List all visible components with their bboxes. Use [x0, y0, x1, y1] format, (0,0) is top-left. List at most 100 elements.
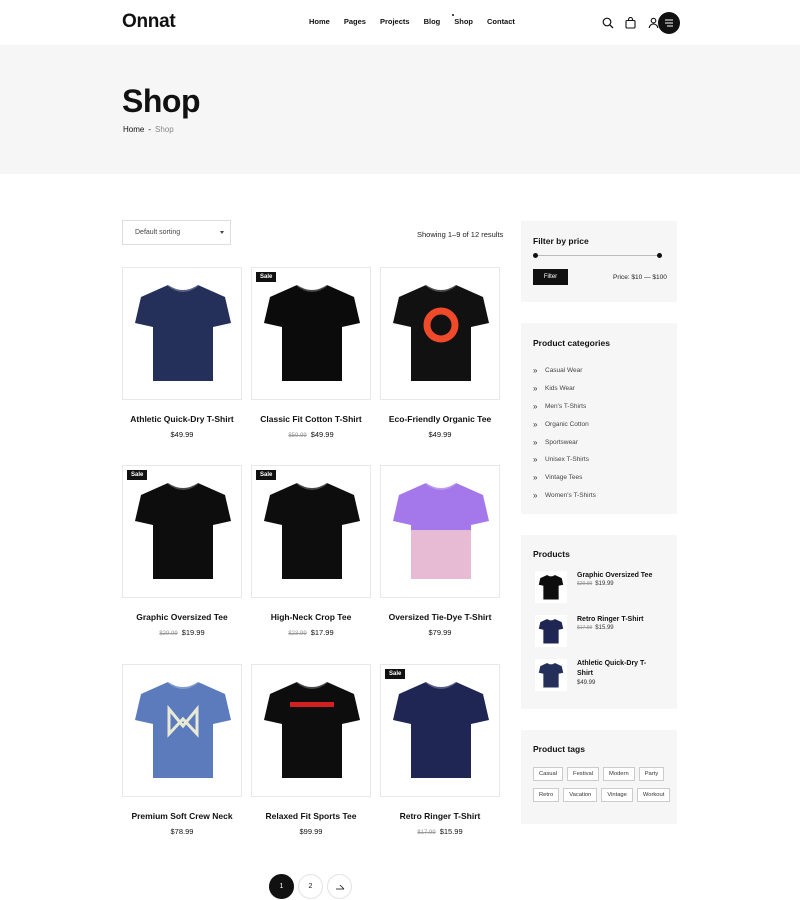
tag-modern[interactable]: Modern	[603, 767, 635, 781]
t-shirt-image	[538, 662, 564, 688]
category-item[interactable]: » Sportswear	[533, 433, 596, 451]
product-card[interactable]: Relaxed Fit Sports Tee $99.99	[251, 664, 371, 836]
category-list: » Casual Wear » Kids Wear » Men's T-Shirts » Or…	[533, 362, 596, 504]
product-image[interactable]	[122, 267, 242, 400]
product-name[interactable]: Relaxed Fit Sports Tee	[251, 811, 371, 821]
product-name[interactable]: Graphic Oversized Tee	[122, 612, 242, 622]
t-shirt-image	[538, 574, 564, 600]
breadcrumb-home[interactable]: Home	[123, 125, 144, 134]
t-shirt-image	[393, 482, 489, 579]
widget-product[interactable]: Athletic Quick-Dry T-Shirt $49.99	[535, 659, 675, 691]
t-shirt-image	[264, 284, 360, 381]
product-card[interactable]: Sale Classic Fit Cotton T-Shirt $59.99 $49.…	[251, 267, 371, 439]
widget-product[interactable]: Graphic Oversized Tee $29.99 $19.99	[535, 571, 675, 603]
widget-product-name[interactable]: Graphic Oversized Tee	[577, 571, 657, 581]
tag-workout[interactable]: Workout	[636, 788, 671, 802]
category-item[interactable]: » Kids Wear	[533, 380, 596, 398]
category-label: Unisex T-Shirts	[545, 456, 589, 464]
widget-product-price: $49.99	[577, 680, 595, 686]
nav-pages[interactable]: Pages	[344, 17, 366, 26]
product-name[interactable]: High-Neck Crop Tee	[251, 612, 371, 622]
product-name[interactable]: Retro Ringer T-Shirt	[380, 811, 500, 821]
product-image[interactable]	[122, 664, 242, 797]
tag-festival[interactable]: Festival	[567, 767, 600, 781]
tags-widget: Product tags Casual Festival Modern Party Re…	[521, 730, 677, 824]
widget-product-name[interactable]: Athletic Quick-Dry T-Shirt	[577, 659, 657, 679]
widget-product-thumbnail[interactable]	[535, 659, 567, 691]
double-chevron-right-icon: »	[533, 419, 538, 429]
widget-product-name[interactable]: Retro Ringer T-Shirt	[577, 615, 657, 625]
price-slider-track[interactable]	[535, 255, 660, 256]
current-price: $49.99	[170, 430, 194, 439]
nav-home[interactable]: Home	[309, 17, 330, 26]
tag-vacation[interactable]: Vacation	[563, 788, 598, 802]
category-item[interactable]: » Women's T-Shirts	[533, 487, 596, 505]
current-price: $15.99	[595, 625, 614, 631]
product-image[interactable]: Sale	[122, 465, 242, 598]
chevron-down-icon	[220, 231, 224, 234]
product-image[interactable]	[380, 267, 500, 400]
widget-product-thumbnail[interactable]	[535, 571, 567, 603]
product-name[interactable]: Eco-Friendly Organic Tee	[380, 414, 500, 424]
current-price: $49.99	[577, 680, 596, 686]
product-name[interactable]: Athletic Quick-Dry T-Shirt	[122, 414, 242, 424]
cart-icon[interactable]	[624, 16, 637, 29]
t-shirt-image	[264, 482, 360, 579]
product-card[interactable]: Sale Graphic Oversized Tee $29.99 $19.99	[122, 465, 242, 637]
old-price: $17.99	[577, 625, 593, 631]
result-count: Showing 1–9 of 12 results	[417, 230, 504, 239]
double-chevron-right-icon: »	[533, 384, 538, 394]
sorting-select[interactable]: Default sorting	[122, 220, 231, 245]
product-card[interactable]: Athletic Quick-Dry T-Shirt $49.99	[122, 267, 242, 439]
price-filter-title: Filter by price	[533, 236, 589, 246]
t-shirt-image	[264, 681, 360, 778]
price-slider-max-handle[interactable]	[657, 253, 662, 258]
widget-product[interactable]: Retro Ringer T-Shirt $17.99 $15.99	[535, 615, 675, 647]
double-chevron-right-icon: »	[533, 490, 538, 500]
category-item[interactable]: » Vintage Tees	[533, 469, 596, 487]
sale-badge: Sale	[256, 470, 277, 480]
product-card[interactable]: Oversized Tie-Dye T-Shirt $79.99	[380, 465, 500, 637]
current-price: $49.99	[310, 430, 334, 439]
product-name[interactable]: Oversized Tie-Dye T-Shirt	[380, 612, 500, 622]
tag-casual[interactable]: Casual	[533, 767, 564, 781]
product-image[interactable]	[251, 664, 371, 797]
sale-badge: Sale	[256, 272, 277, 282]
filter-button[interactable]: Filter	[533, 269, 568, 285]
nav-blog[interactable]: Blog	[424, 17, 441, 26]
tag-vintage[interactable]: Vintage	[601, 788, 633, 802]
product-image[interactable]: Sale	[380, 664, 500, 797]
category-item[interactable]: » Casual Wear	[533, 362, 596, 380]
search-icon[interactable]	[601, 16, 614, 29]
category-item[interactable]: » Unisex T-Shirts	[533, 451, 596, 469]
site-logo[interactable]: Onnat	[122, 11, 176, 33]
product-image[interactable]: Sale	[251, 465, 371, 598]
menu-button[interactable]	[658, 12, 680, 34]
main-nav: Home Pages Projects Blog Shop Contact	[309, 14, 529, 26]
product-price: $59.99 $49.99	[251, 430, 371, 439]
tag-party[interactable]: Party	[638, 767, 665, 781]
product-card[interactable]: Premium Soft Crew Neck $78.99	[122, 664, 242, 836]
product-name[interactable]: Classic Fit Cotton T-Shirt	[251, 414, 371, 424]
products-widget: Products Graphic Oversized Tee $29.99 $19.…	[521, 535, 677, 709]
double-chevron-right-icon: »	[533, 401, 538, 411]
page-2-button[interactable]: 2	[298, 874, 323, 899]
price-slider-min-handle[interactable]	[533, 253, 538, 258]
nav-shop[interactable]: Shop	[452, 14, 473, 26]
tag-retro[interactable]: Retro	[533, 788, 560, 802]
product-name[interactable]: Premium Soft Crew Neck	[122, 811, 242, 821]
product-card[interactable]: Eco-Friendly Organic Tee $49.99	[380, 267, 500, 439]
breadcrumb-current: Shop	[155, 125, 174, 134]
nav-contact[interactable]: Contact	[487, 17, 515, 26]
product-card[interactable]: Sale High-Neck Crop Tee $23.99 $17.99	[251, 465, 371, 637]
category-item[interactable]: » Men's T-Shirts	[533, 398, 596, 416]
category-item[interactable]: » Organic Cotton	[533, 415, 596, 433]
product-image[interactable]	[380, 465, 500, 598]
page-1-button[interactable]: 1	[269, 874, 294, 899]
product-image[interactable]: Sale	[251, 267, 371, 400]
next-page-button[interactable]	[327, 874, 352, 899]
widget-product-price: $17.99 $15.99	[577, 625, 614, 631]
product-card[interactable]: Sale Retro Ringer T-Shirt $17.99 $15.99	[380, 664, 500, 836]
widget-product-thumbnail[interactable]	[535, 615, 567, 647]
nav-projects[interactable]: Projects	[380, 17, 410, 26]
